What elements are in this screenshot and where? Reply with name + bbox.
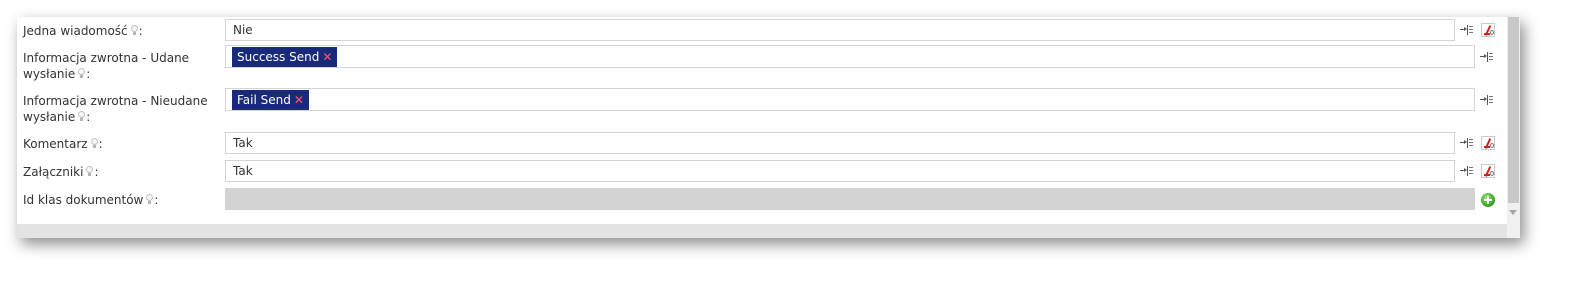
field-label: Jedna wiadomość: [23, 23, 143, 39]
lightbulb-icon[interactable] [146, 194, 154, 205]
field-label-line2-wrap: wysłanie: [23, 66, 189, 82]
horizontal-scrollbar[interactable] [17, 224, 1507, 238]
field-label-line1: Informacja zwrotna - Nieudane [23, 94, 208, 108]
form-row-document-class-ids: Id klas dokumentów: [17, 188, 1507, 211]
tag-remove-icon[interactable]: ✕ [322, 50, 332, 64]
field-label-text: Jedna wiadomość [23, 24, 128, 38]
success-feedback-field[interactable]: Success Send ✕ [225, 45, 1475, 68]
field-label-text: Komentarz [23, 137, 88, 151]
vertical-scrollbar[interactable] [1507, 17, 1520, 238]
lightbulb-icon[interactable] [78, 111, 86, 122]
lightbulb-icon[interactable] [78, 68, 86, 79]
form-row-failure-feedback: Informacja zwrotna - Nieudane wysłanie: … [17, 88, 1507, 128]
form-row-single-message: Jedna wiadomość: Nie [17, 19, 1507, 42]
field-label-text: Załączniki [23, 165, 84, 179]
clear-value-icon[interactable] [1481, 164, 1495, 178]
tag-remove-icon[interactable]: ✕ [294, 93, 304, 107]
label-colon: : [98, 137, 103, 151]
form-row-success-feedback: Informacja zwrotna - Udane wysłanie: Suc… [17, 45, 1507, 85]
field-value: Nie [233, 23, 253, 37]
field-label: Komentarz: [23, 136, 103, 152]
form-row-comment: Komentarz: Tak [17, 132, 1507, 155]
field-label: Informacja zwrotna - Udane wysłanie: [23, 50, 189, 82]
field-value: Tak [233, 164, 253, 178]
tag-label: Success Send [237, 50, 320, 64]
field-label-line2: wysłanie [23, 110, 76, 124]
variable-map-icon[interactable] [1480, 93, 1494, 107]
failure-feedback-field[interactable]: Fail Send ✕ [225, 88, 1475, 111]
field-label-line2: wysłanie [23, 67, 76, 81]
scroll-down-arrow-icon[interactable] [1509, 210, 1517, 215]
field-label: Id klas dokumentów: [23, 192, 158, 208]
variable-map-icon[interactable] [1460, 136, 1474, 150]
attachments-field[interactable]: Tak [225, 160, 1455, 182]
form-panel: Jedna wiadomość: Nie Informacja zwrotna … [17, 17, 1520, 238]
variable-map-icon[interactable] [1460, 164, 1474, 178]
field-value: Tak [233, 136, 253, 150]
lightbulb-icon[interactable] [86, 166, 94, 177]
tag-label: Fail Send [237, 93, 291, 107]
form-row-attachments: Załączniki: Tak [17, 160, 1507, 183]
field-label: Informacja zwrotna - Nieudane wysłanie: [23, 93, 208, 125]
lightbulb-icon[interactable] [130, 25, 138, 36]
scrollbar-thumb[interactable] [1508, 17, 1519, 203]
field-label-line1: Informacja zwrotna - Udane [23, 51, 190, 65]
variable-map-icon[interactable] [1460, 23, 1474, 37]
clear-value-icon[interactable] [1481, 23, 1495, 37]
label-colon: : [94, 165, 99, 179]
comment-field[interactable]: Tak [225, 132, 1455, 154]
label-colon: : [86, 110, 91, 124]
form-content: Jedna wiadomość: Nie Informacja zwrotna … [17, 17, 1507, 224]
lightbulb-icon[interactable] [90, 138, 98, 149]
field-label-line2-wrap: wysłanie: [23, 109, 208, 125]
fail-send-tag: Fail Send ✕ [232, 90, 309, 110]
variable-map-icon[interactable] [1480, 50, 1494, 64]
add-icon[interactable] [1481, 193, 1495, 207]
clear-value-icon[interactable] [1481, 136, 1495, 150]
label-colon: : [138, 24, 143, 38]
label-colon: : [154, 193, 159, 207]
field-label-text: Id klas dokumentów [23, 193, 144, 207]
label-colon: : [86, 67, 91, 81]
success-send-tag: Success Send ✕ [232, 47, 338, 67]
document-class-ids-field [225, 188, 1475, 210]
single-message-field[interactable]: Nie [225, 19, 1455, 41]
field-label: Załączniki: [23, 164, 99, 180]
